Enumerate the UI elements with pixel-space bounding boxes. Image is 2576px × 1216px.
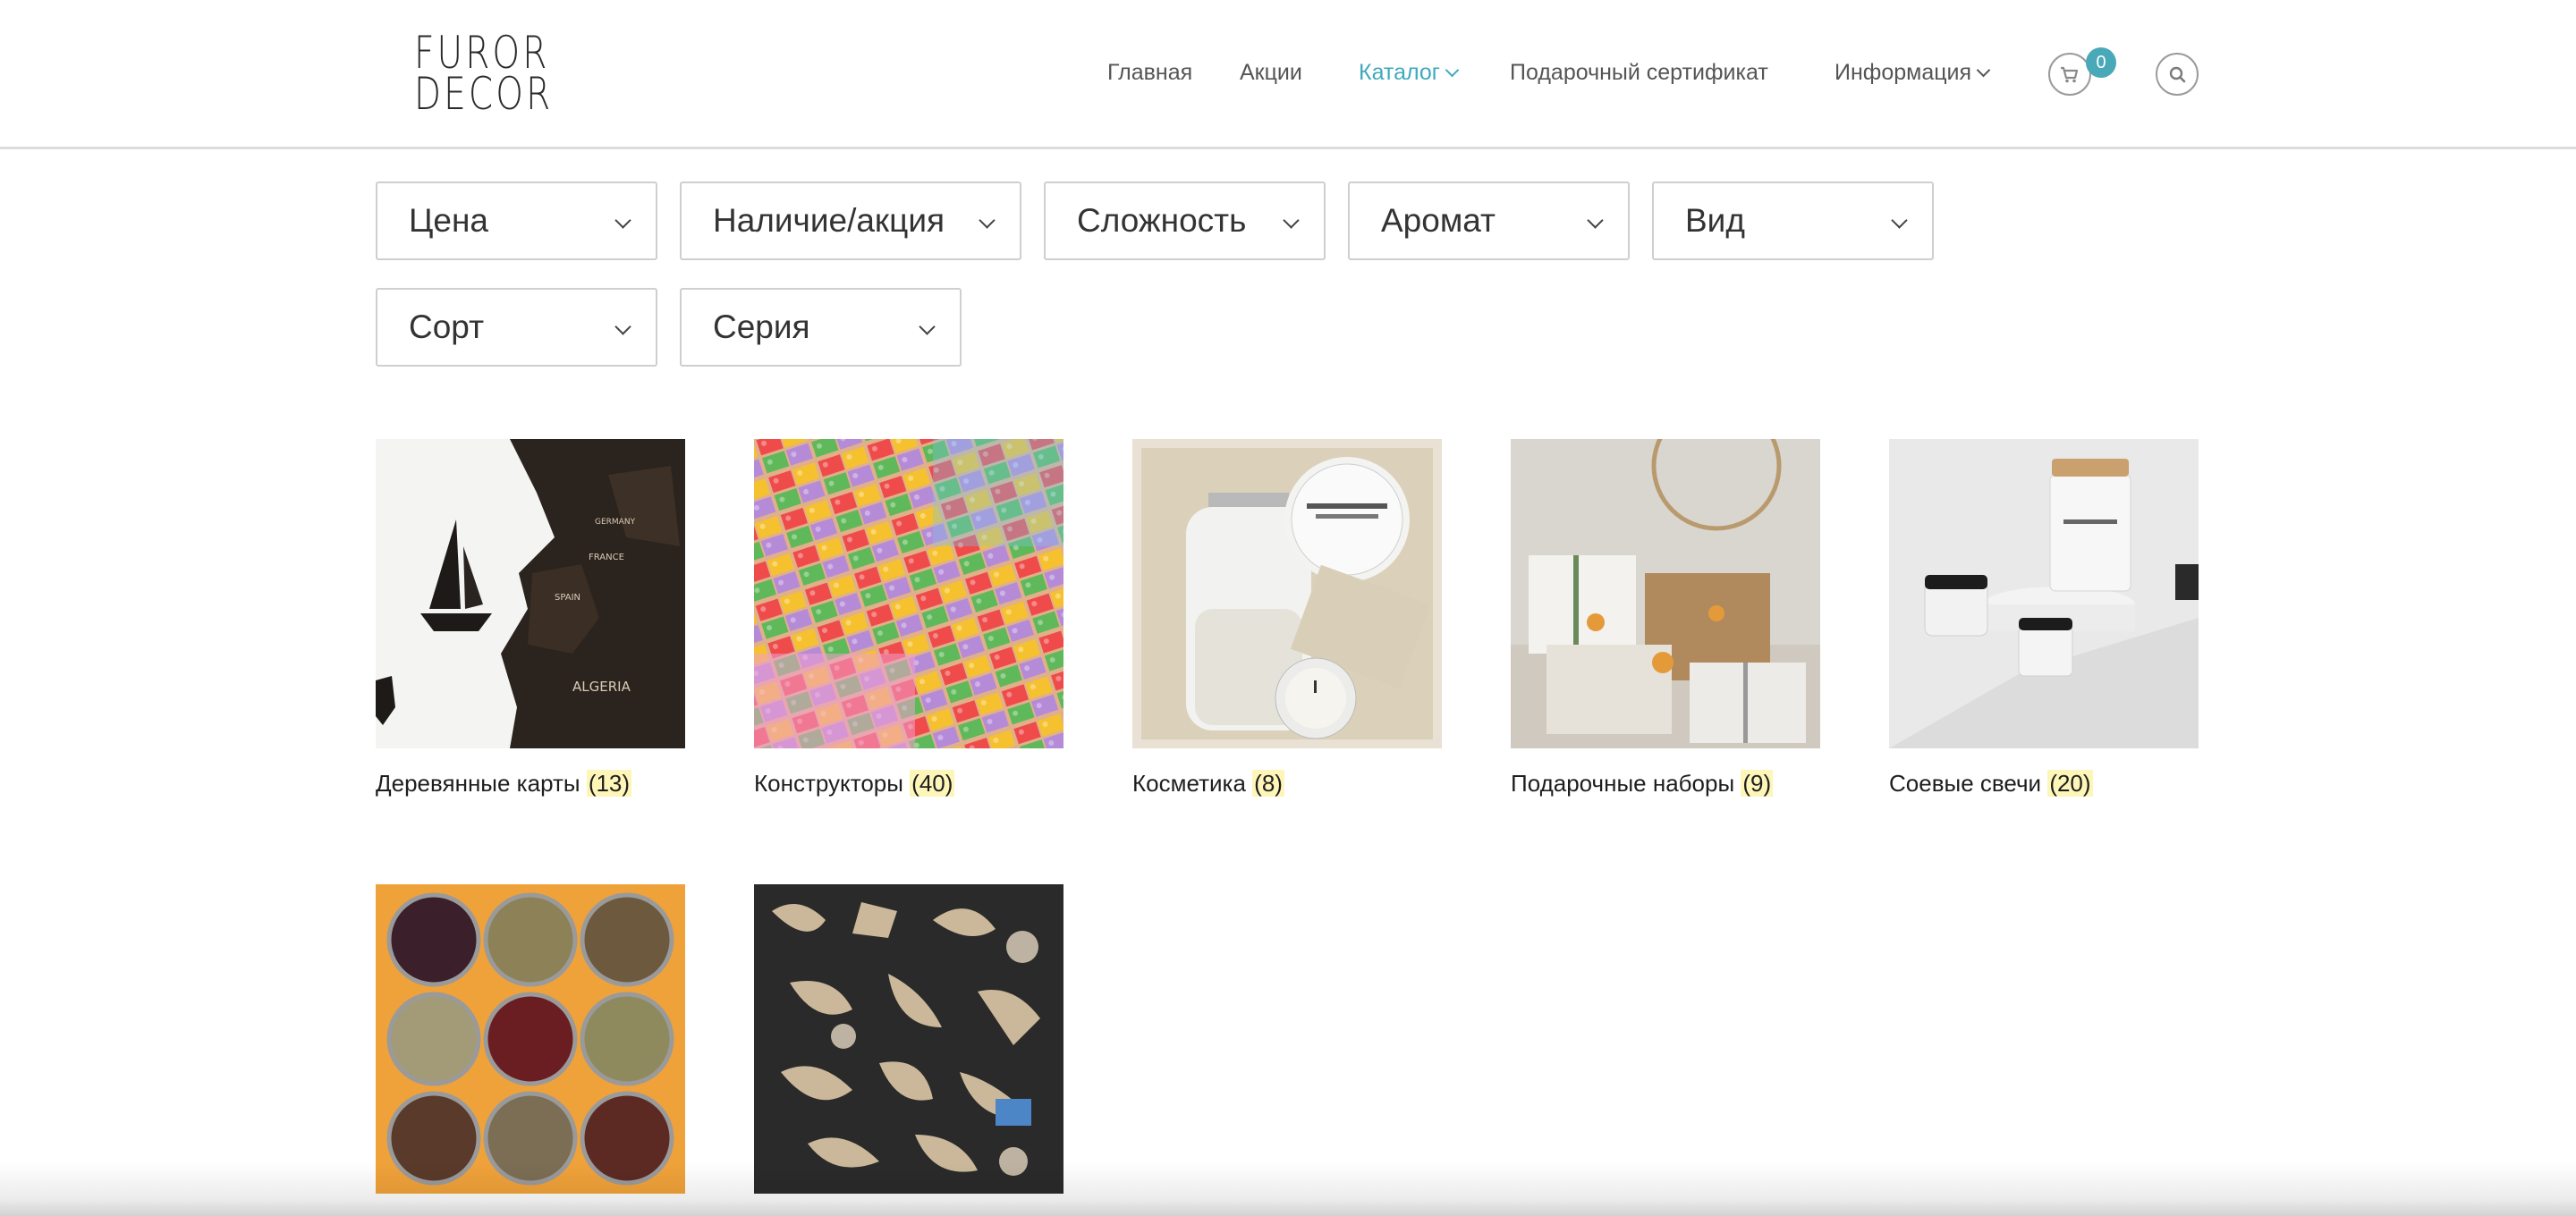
soy-candles-image[interactable] [1889, 439, 2199, 748]
filter-label: Вид [1685, 202, 1745, 239]
category-card-wooden-maps[interactable]: ALGERIA GERMANY SPAIN FRANCE Деревянные … [376, 439, 685, 797]
category-count: (13) [586, 770, 632, 797]
category-card-constructors[interactable]: Конструкторы (40) [754, 439, 1063, 797]
filter-label: Сорт [409, 308, 485, 345]
filter-label: Аромат [1381, 202, 1496, 239]
chevron-down-icon [614, 318, 631, 335]
filter-label: Сложность [1077, 202, 1247, 239]
category-name: Соевые свечи [1889, 770, 2042, 797]
nav-label: Подарочный сертификат [1510, 60, 1768, 85]
nav-item-home[interactable]: Главная [1107, 60, 1192, 86]
nav-item-information[interactable]: Информация [1835, 60, 1991, 86]
category-title[interactable]: Подарочные наборы (9) [1511, 770, 1774, 798]
filter-label: Серия [713, 308, 810, 345]
category-card-tea[interactable] [376, 884, 685, 1194]
category-name: Конструкторы [754, 770, 903, 797]
tea-tins-image[interactable] [376, 884, 685, 1194]
category-name: Косметика [1132, 770, 1246, 797]
nav-label: Акции [1240, 60, 1302, 85]
site-header: FUROR DECOR Главная Акции Каталог Подаро… [0, 0, 2576, 149]
category-name: Деревянные карты [376, 770, 580, 797]
filter-type[interactable]: Вид [1652, 182, 1934, 260]
filter-availability[interactable]: Наличие/акция [680, 182, 1021, 260]
gift-sets-image[interactable] [1511, 439, 1820, 748]
category-card-gift-sets[interactable]: Подарочные наборы (9) [1511, 439, 1820, 797]
filter-series[interactable]: Серия [680, 288, 962, 367]
nav-label: Главная [1107, 60, 1193, 85]
chevron-down-icon [1587, 212, 1604, 229]
chevron-down-icon [919, 318, 936, 335]
category-title[interactable]: Конструкторы (40) [754, 770, 955, 798]
bottom-edge-shadow [0, 1162, 2576, 1216]
category-count: (20) [2047, 770, 2093, 797]
svg-text:SPAIN: SPAIN [555, 593, 580, 603]
category-count: (8) [1252, 770, 1284, 797]
category-name: Подарочные наборы [1511, 770, 1735, 797]
category-count: (9) [1741, 770, 1774, 797]
nav-label: Информация [1835, 60, 1972, 85]
cart-button[interactable] [2048, 53, 2091, 96]
filter-price[interactable]: Цена [376, 182, 657, 260]
chevron-down-icon [1891, 212, 1908, 229]
svg-text:FRANCE: FRANCE [589, 553, 624, 562]
category-count: (40) [910, 770, 955, 797]
nav-item-gift-certificate[interactable]: Подарочный сертификат [1510, 60, 1768, 86]
chevron-down-icon [1283, 212, 1300, 229]
category-title[interactable]: Соевые свечи (20) [1889, 770, 2093, 798]
category-card-wooden-puzzles[interactable] [754, 884, 1063, 1194]
category-title[interactable]: Деревянные карты (13) [376, 770, 632, 798]
nav-label: Каталог [1359, 60, 1440, 85]
filter-variety[interactable]: Сорт [376, 288, 657, 367]
wooden-map-image[interactable]: ALGERIA GERMANY SPAIN FRANCE [376, 439, 685, 748]
chevron-down-icon [614, 212, 631, 229]
category-title[interactable]: Косметика (8) [1132, 770, 1284, 798]
filter-difficulty[interactable]: Сложность [1044, 182, 1326, 260]
chevron-down-icon [1976, 63, 1991, 78]
colorful-bricks-image[interactable] [754, 439, 1063, 748]
chevron-down-icon [1445, 63, 1460, 78]
svg-text:GERMANY: GERMANY [595, 518, 636, 527]
filter-label: Цена [409, 202, 488, 239]
logo-line-2: DECOR [414, 68, 554, 120]
nav-item-promotions[interactable]: Акции [1240, 60, 1302, 86]
logo[interactable]: FUROR DECOR [414, 30, 554, 120]
svg-text:ALGERIA: ALGERIA [572, 679, 631, 695]
cosmetics-image[interactable] [1132, 439, 1442, 748]
nav-item-catalog[interactable]: Каталог [1359, 60, 1460, 86]
filter-label: Наличие/акция [713, 202, 945, 239]
cart-count-badge: 0 [2086, 47, 2116, 78]
wooden-puzzle-image[interactable] [754, 884, 1063, 1194]
category-card-soy-candles[interactable]: Соевые свечи (20) [1889, 439, 2199, 797]
search-icon [2169, 66, 2186, 83]
category-card-cosmetics[interactable]: Косметика (8) [1132, 439, 1442, 797]
chevron-down-icon [979, 212, 996, 229]
search-button[interactable] [2156, 53, 2199, 96]
filter-aroma[interactable]: Аромат [1348, 182, 1630, 260]
cart-icon [2061, 66, 2079, 83]
